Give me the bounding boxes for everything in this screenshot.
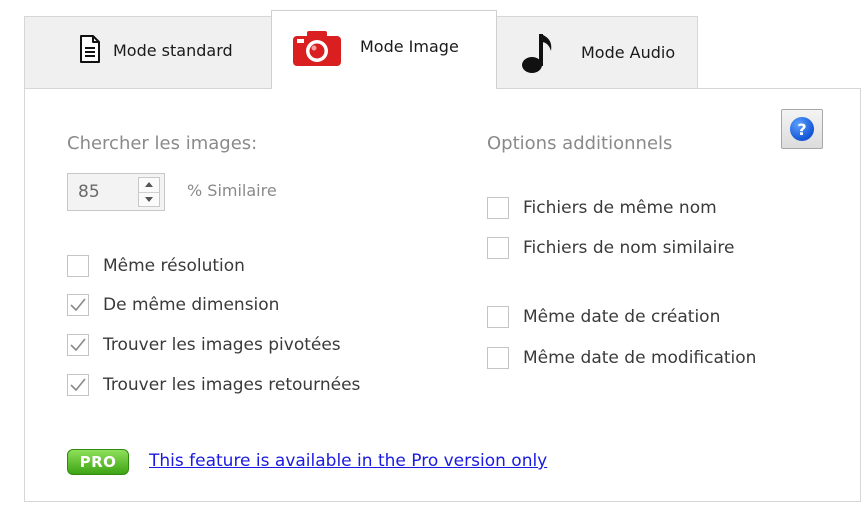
spin-up-button[interactable] — [139, 178, 159, 192]
similarity-spinner-arrows — [138, 177, 160, 207]
tab-mode-audio-label: Mode Audio — [581, 43, 676, 62]
image-search-options-window: Mode standard Mode Image Mode Audio ? Ch… — [0, 0, 865, 511]
option-same-resolution[interactable]: Même résolution — [67, 253, 245, 279]
checkbox[interactable] — [487, 306, 509, 328]
similarity-spinner[interactable] — [67, 173, 165, 211]
option-find-rotated[interactable]: Trouver les images pivotées — [67, 332, 341, 358]
tab-mode-audio[interactable]: Mode Audio — [496, 16, 698, 88]
checkbox-label: Trouver les images retournées — [103, 375, 361, 395]
option-same-dimension[interactable]: De même dimension — [67, 292, 279, 318]
tab-mode-image-label: Mode Image — [360, 37, 459, 56]
search-images-title: Chercher les images: — [67, 133, 258, 154]
document-icon — [79, 35, 101, 67]
checkbox[interactable] — [487, 197, 509, 219]
check-icon — [70, 338, 86, 352]
checkbox[interactable] — [67, 294, 89, 316]
option-similar-name[interactable]: Fichiers de nom similaire — [487, 235, 734, 261]
check-icon — [70, 378, 86, 392]
option-same-modification-date[interactable]: Même date de modification — [487, 345, 756, 371]
similarity-suffix: % Similaire — [187, 181, 277, 200]
option-same-creation-date[interactable]: Même date de création — [487, 304, 720, 330]
checkbox[interactable] — [67, 255, 89, 277]
pro-version-link[interactable]: This feature is available in the Pro ver… — [149, 451, 547, 471]
tab-mode-standard[interactable]: Mode standard — [24, 16, 272, 88]
help-button[interactable]: ? — [781, 109, 823, 149]
checkbox-label: Même date de création — [523, 307, 721, 327]
checkbox-label: Fichiers de nom similaire — [523, 238, 735, 258]
tab-mode-standard-label: Mode standard — [113, 41, 233, 60]
chevron-up-icon — [145, 182, 153, 188]
pro-badge: PRO — [67, 449, 129, 475]
checkbox[interactable] — [67, 374, 89, 396]
checkbox-label: De même dimension — [103, 295, 280, 315]
check-icon — [70, 298, 86, 312]
image-mode-panel: ? Chercher les images: Options additionn… — [24, 88, 861, 502]
spin-down-button[interactable] — [139, 191, 159, 207]
checkbox-label: Même date de modification — [523, 348, 757, 368]
help-icon: ? — [790, 117, 814, 141]
chevron-down-icon — [145, 196, 153, 202]
tab-mode-image[interactable]: Mode Image — [271, 10, 497, 89]
checkbox[interactable] — [67, 334, 89, 356]
additional-options-title: Options additionnels — [487, 133, 673, 154]
option-same-name[interactable]: Fichiers de même nom — [487, 195, 717, 221]
camera-icon — [292, 29, 342, 71]
similarity-input[interactable] — [68, 182, 138, 202]
checkbox[interactable] — [487, 237, 509, 259]
music-note-icon — [521, 31, 555, 79]
checkbox[interactable] — [487, 347, 509, 369]
checkbox-label: Fichiers de même nom — [523, 198, 717, 218]
checkbox-label: Même résolution — [103, 256, 245, 276]
checkbox-label: Trouver les images pivotées — [103, 335, 341, 355]
option-find-flipped[interactable]: Trouver les images retournées — [67, 372, 360, 398]
